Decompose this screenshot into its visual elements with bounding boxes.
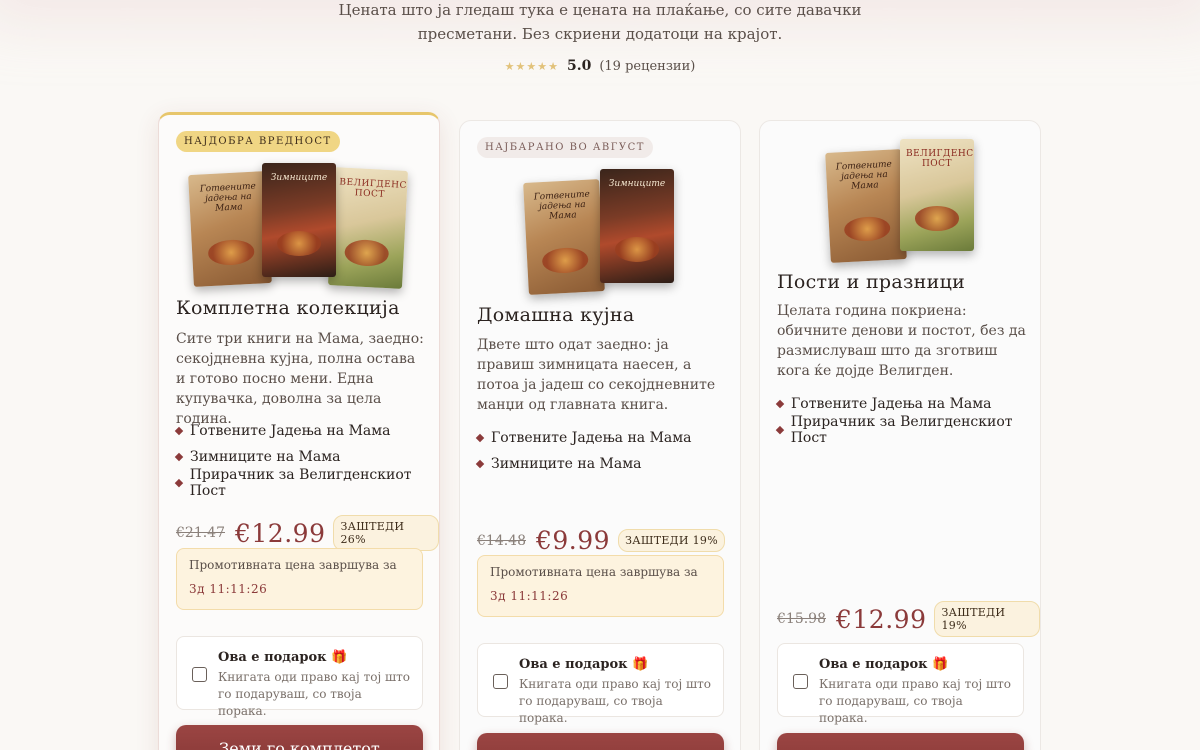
- diamond-bullet-icon: [775, 425, 784, 435]
- gift-option[interactable]: Ова е подарок 🎁 Книгата оди право кај то…: [477, 643, 724, 725]
- price-row: €21.47 €12.99 ЗАШТЕДИ 26%: [176, 515, 439, 551]
- old-price: €15.98: [777, 611, 826, 627]
- diamond-bullet-icon: [174, 426, 184, 436]
- current-price: €12.99: [836, 604, 927, 634]
- intro-line-1: Цената што ја гледаш тука е цената на пл…: [338, 1, 862, 19]
- best-value-badge: НАЈДОБРА ВРЕДНОСТ: [176, 131, 340, 152]
- savings-badge: ЗАШТЕДИ 19%: [934, 601, 1040, 637]
- plan-title: Комплетна колекција: [176, 297, 400, 319]
- popular-badge: НАЈБАРАНО ВО АВГУСТ: [477, 137, 653, 158]
- plan-card-fasting: Готвените јадења на Мама ВЕЛИГДЕНСКИ ПОС…: [759, 120, 1041, 750]
- plan-description: Сите три книги на Мама, заедно: секојдне…: [176, 331, 424, 427]
- diamond-bullet-icon: [475, 433, 485, 443]
- book-cover-winter: Зимниците: [600, 169, 674, 283]
- diamond-bullet-icon: [174, 452, 184, 462]
- promo-label: Промотивната цена завршува за: [189, 558, 397, 572]
- plan-description: Целата година покриена: обичните денови …: [777, 303, 1026, 379]
- promo-countdown: Промотивната цена завршува за 3д 11:11:2…: [176, 548, 423, 610]
- book-cover-recipes: Готвените јадења на Мама: [188, 171, 272, 287]
- feature-item: Готвените Јадења на Мама: [475, 425, 692, 451]
- book-cover-recipes: Готвените јадења на Мама: [523, 179, 605, 295]
- review-count: (19 рецензии): [599, 58, 696, 74]
- gift-title: Ова е подарок: [519, 657, 628, 672]
- feature-item: Готвените Јадења на Мама: [174, 418, 439, 444]
- book-cover-winter: Зимниците: [262, 163, 336, 277]
- old-price: €21.47: [176, 525, 225, 541]
- plan-card-home-kitchen: НАЈБАРАНО ВО АВГУСТ Готвените јадења на …: [459, 120, 741, 750]
- feature-list: Готвените Јадења на Мама Зимниците на Ма…: [174, 418, 439, 499]
- promo-label: Промотивната цена завршува за: [490, 565, 698, 579]
- book-covers: Готвените јадења на Мама ВЕЛИГДЕНСКИ ПОС…: [188, 161, 411, 291]
- buy-bundle-button[interactable]: Земи го комплетот: [176, 725, 423, 750]
- gift-icon: 🎁: [932, 657, 949, 672]
- buy-fasting-button[interactable]: [777, 733, 1024, 750]
- gift-title: Ова е подарок: [819, 657, 928, 672]
- book-covers: Готвените јадења на Мама Зимниците: [523, 167, 676, 297]
- book-covers: Готвените јадења на Мама ВЕЛИГДЕНСКИ ПОС…: [825, 137, 978, 267]
- gift-icon: 🎁: [331, 650, 348, 665]
- promo-timer: 3д 11:11:26: [490, 589, 569, 603]
- rating-score: 5.0: [566, 58, 592, 74]
- rating-summary: ★★★★★ 5.0 (19 рецензии): [0, 58, 1200, 74]
- star-icons: ★★★★★: [504, 59, 559, 73]
- intro-line-2: пресметани. Без скриени додатоци на крај…: [417, 25, 783, 43]
- current-price: €9.99: [536, 526, 611, 555]
- feature-item: Прирачник за Велигденскиот Пост: [174, 467, 439, 499]
- gift-description: Книгата оди право кај тој што го подарув…: [819, 677, 1011, 725]
- current-price: €12.99: [235, 518, 326, 548]
- price-row: €14.48 €9.99 ЗАШТЕДИ 19%: [477, 526, 725, 555]
- feature-item: Зимниците на Мама: [475, 451, 692, 477]
- price-intro: Цената што ја гледаш тука е цената на пл…: [0, 0, 1200, 46]
- price-row: €15.98 €12.99 ЗАШТЕДИ 19%: [777, 601, 1040, 637]
- buy-home-kitchen-button[interactable]: [477, 733, 724, 750]
- plan-card-complete: НАЈДОБРА ВРЕДНОСТ Готвените јадења на Ма…: [158, 112, 440, 750]
- book-cover-recipes: Готвените јадења на Мама: [825, 149, 907, 263]
- gift-checkbox[interactable]: [192, 667, 207, 682]
- gift-description: Книгата оди право кај тој што го подарув…: [218, 670, 410, 718]
- diamond-bullet-icon: [174, 478, 183, 488]
- plan-title: Домашна кујна: [477, 304, 635, 326]
- savings-badge: ЗАШТЕДИ 26%: [333, 515, 439, 551]
- gift-checkbox[interactable]: [493, 674, 508, 689]
- gift-checkbox[interactable]: [793, 674, 808, 689]
- feature-list: Готвените Јадења на Мама Зимниците на Ма…: [475, 425, 692, 477]
- promo-countdown: Промотивната цена завршува за 3д 11:11:2…: [477, 555, 724, 617]
- old-price: €14.48: [477, 532, 526, 549]
- gift-icon: 🎁: [632, 657, 649, 672]
- gift-option[interactable]: Ова е подарок 🎁 Книгата оди право кај то…: [777, 643, 1024, 725]
- savings-badge: ЗАШТЕДИ 19%: [618, 529, 725, 552]
- diamond-bullet-icon: [475, 459, 485, 469]
- diamond-bullet-icon: [775, 399, 785, 409]
- book-cover-lent: ВЕЛИГДЕНСКИ ПОСТ: [900, 139, 974, 251]
- plan-description: Двете што одат заедно: ја правиш зимница…: [477, 337, 716, 413]
- promo-timer: 3д 11:11:26: [189, 582, 268, 596]
- book-cover-lent: ВЕЛИГДЕНСКИ ПОСТ: [327, 167, 409, 289]
- plan-title: Пости и празници: [777, 271, 966, 293]
- gift-title: Ова е подарок: [218, 650, 327, 665]
- feature-list: Готвените Јадења на Мама Прирачник за Ве…: [775, 391, 1040, 446]
- feature-item: Прирачник за Велигденскиот Пост: [775, 414, 1040, 446]
- gift-description: Книгата оди право кај тој што го подарув…: [519, 677, 711, 725]
- gift-option[interactable]: Ова е подарок 🎁 Книгата оди право кај то…: [176, 636, 423, 718]
